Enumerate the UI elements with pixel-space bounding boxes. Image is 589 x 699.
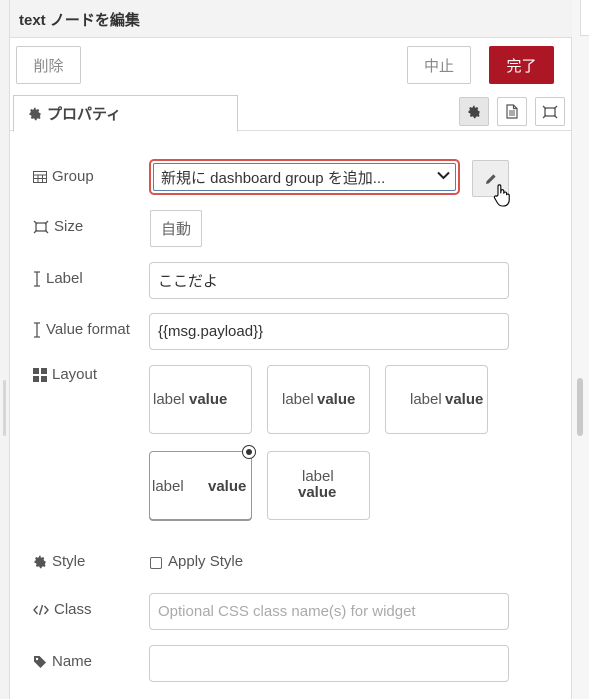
scrollbar-thumb[interactable] xyxy=(577,378,583,436)
name-input[interactable] xyxy=(149,645,509,682)
cancel-button[interactable]: 中止 xyxy=(407,46,471,84)
layout-option-row-spread[interactable]: label value xyxy=(149,451,252,520)
scrollbar[interactable] xyxy=(572,0,589,699)
layout-option-value: value xyxy=(189,391,228,408)
tab-description[interactable] xyxy=(497,97,527,126)
layout-option-label: label xyxy=(302,468,334,485)
tab-properties[interactable]: プロパティ xyxy=(13,95,238,132)
style-label: Style xyxy=(52,553,86,570)
gear-icon xyxy=(468,105,480,118)
group-select[interactable]: 新規に dashboard group を追加... xyxy=(150,160,459,194)
code-icon xyxy=(33,604,49,615)
apply-style-checkbox[interactable] xyxy=(150,557,162,569)
class-row-label: Class xyxy=(33,601,92,618)
name-row-label: Name xyxy=(33,653,92,670)
label-row-label: Label xyxy=(33,270,83,287)
layout-label: Layout xyxy=(52,366,98,383)
group-row-label: Group xyxy=(33,168,94,185)
tag-icon xyxy=(34,655,46,668)
label-label: Label xyxy=(46,270,83,287)
layout-option-value: value xyxy=(298,484,337,501)
text-cursor-icon xyxy=(34,270,40,287)
gear-icon xyxy=(34,555,46,568)
name-label: Name xyxy=(52,653,93,670)
layout-option-label: label xyxy=(282,391,314,408)
text-cursor-icon xyxy=(34,321,40,338)
apply-style-label[interactable]: Apply Style xyxy=(168,553,243,570)
layout-option-label: label xyxy=(153,391,185,408)
tab-appearance[interactable] xyxy=(535,97,565,126)
document-icon xyxy=(506,104,518,119)
size-row-label: Size xyxy=(33,218,83,235)
class-label: Class xyxy=(54,601,92,618)
layout-option-row-center[interactable]: label value xyxy=(267,365,370,434)
layout-option-column-center[interactable]: label value xyxy=(267,451,370,520)
layout-option-label: label xyxy=(152,478,184,495)
grid-icon xyxy=(33,367,47,382)
done-button[interactable]: 完了 xyxy=(489,46,554,84)
group-select-inner: 新規に dashboard group を追加... xyxy=(153,163,456,191)
tray-header: text ノードを編集 xyxy=(10,0,572,38)
group-label: Group xyxy=(52,168,94,185)
chevron-down-icon xyxy=(437,171,450,180)
scrollbar-top-box xyxy=(580,0,589,36)
delete-button[interactable]: 削除 xyxy=(16,46,81,84)
layout-option-row-left[interactable]: label value xyxy=(149,365,252,434)
tab-bar: プロパティ xyxy=(10,94,572,132)
layout-option-row-right[interactable]: label value xyxy=(385,365,488,434)
layout-option-label: label xyxy=(410,391,442,408)
resize-grip[interactable] xyxy=(3,380,6,436)
label-input[interactable]: ここだよ xyxy=(149,262,509,299)
frame-icon xyxy=(542,105,558,118)
tab-properties-label: プロパティ xyxy=(47,106,122,123)
size-auto-button[interactable]: 自動 xyxy=(150,210,202,247)
tab-settings[interactable] xyxy=(459,97,489,126)
layout-option-value: value xyxy=(317,391,356,408)
group-select-value: 新規に dashboard group を追加... xyxy=(161,169,386,187)
layout-option-value: value xyxy=(445,391,484,408)
layout-selected-radio[interactable] xyxy=(242,445,256,459)
gear-icon xyxy=(29,107,41,120)
value-format-input[interactable]: {{msg.payload}} xyxy=(149,313,509,350)
hand-cursor-icon xyxy=(493,184,510,207)
size-label: Size xyxy=(54,218,84,235)
left-panel-edge xyxy=(0,0,10,699)
layout-row-label: Layout xyxy=(33,366,97,383)
class-input[interactable]: Optional CSS class name(s) for widget xyxy=(149,593,509,630)
value-format-row-label: Value format xyxy=(33,321,130,338)
table-icon xyxy=(33,170,47,183)
value-format-label: Value format xyxy=(46,321,130,338)
tray-title: text ノードを編集 xyxy=(19,12,140,29)
frame-icon xyxy=(33,220,49,233)
layout-option-value: value xyxy=(208,478,247,495)
style-row-label: Style xyxy=(33,553,85,570)
